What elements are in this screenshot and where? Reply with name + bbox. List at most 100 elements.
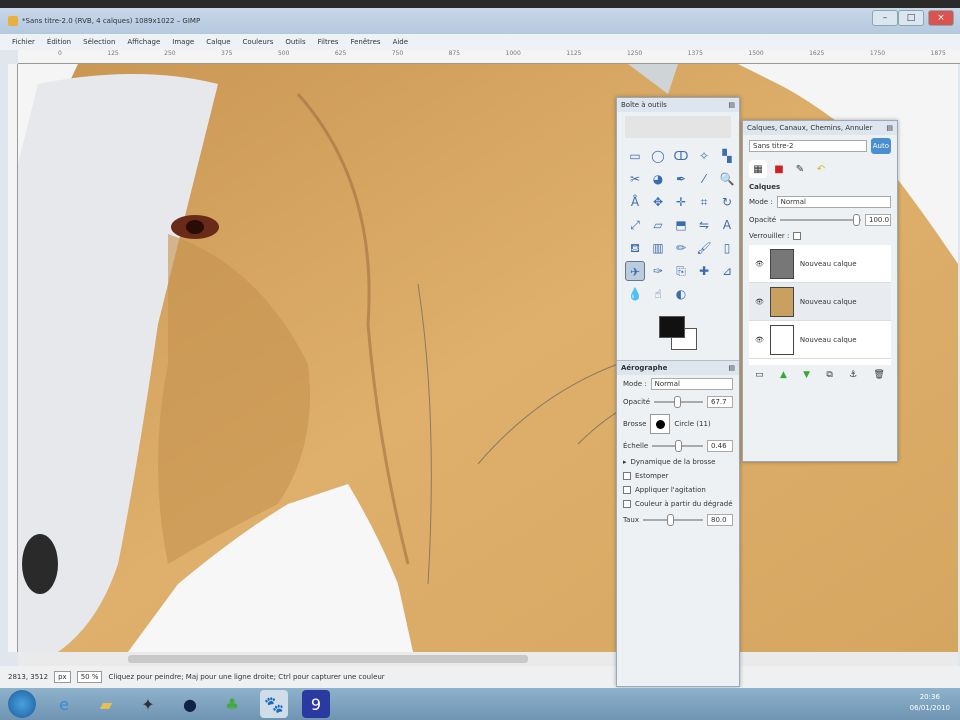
expander-icon[interactable]: ▸ xyxy=(623,458,627,466)
menu-9[interactable]: Fenêtres xyxy=(350,38,380,46)
gradient-color-checkbox[interactable] xyxy=(623,500,631,508)
layer-mode-select[interactable]: Normal xyxy=(776,196,891,208)
align-tool-icon[interactable]: ✛ xyxy=(671,192,691,212)
tab-layers[interactable]: ▦ xyxy=(749,160,767,178)
opacity-slider[interactable] xyxy=(654,396,703,408)
raise-layer-icon[interactable]: ▲ xyxy=(780,370,787,380)
gimp-taskbar-icon[interactable]: 🐾 xyxy=(260,690,288,718)
scale-slider[interactable] xyxy=(652,440,703,452)
fuzzy-select-tool-icon[interactable]: ✧ xyxy=(694,146,714,166)
new-layer-icon[interactable]: ▭ xyxy=(755,370,764,380)
brush-dynamics-expander[interactable]: Dynamique de la brosse xyxy=(631,458,716,466)
panel-menu-icon[interactable]: ▤ xyxy=(728,361,735,375)
scissors-tool-icon[interactable]: ✂ xyxy=(625,169,645,189)
pencil-tool-icon[interactable]: ✏ xyxy=(671,238,691,258)
visibility-eye-icon[interactable]: 👁 xyxy=(755,336,764,344)
brush-preview[interactable] xyxy=(650,414,671,434)
smudge-tool-icon[interactable]: ☝ xyxy=(648,284,668,304)
visibility-eye-icon[interactable]: 👁 xyxy=(755,298,764,306)
rate-slider[interactable] xyxy=(643,514,703,526)
flip-tool-icon[interactable]: ⇋ xyxy=(694,215,714,235)
layer-opacity-value[interactable]: 100.0 xyxy=(865,214,891,226)
close-button[interactable]: × xyxy=(928,10,954,26)
maximize-button[interactable]: □ xyxy=(898,10,924,26)
color-picker-tool-icon[interactable]: ⁄ xyxy=(694,169,714,189)
menu-3[interactable]: Affichage xyxy=(127,38,160,46)
internet-explorer-icon[interactable]: e xyxy=(50,690,78,718)
menu-0[interactable]: Fichier xyxy=(12,38,35,46)
visibility-eye-icon[interactable]: 👁 xyxy=(755,260,764,268)
tab-channels[interactable]: ■ xyxy=(770,160,788,178)
scale-value[interactable]: 0.46 xyxy=(707,440,733,452)
foreground-select-tool-icon[interactable]: ◕ xyxy=(648,169,668,189)
zoom-tool-icon[interactable]: 🔍 xyxy=(717,169,737,189)
zoom-select[interactable]: 50 % xyxy=(76,671,103,683)
mode-select[interactable]: Normal xyxy=(650,378,733,390)
rate-value[interactable]: 80.0 xyxy=(707,514,733,526)
free-select-tool-icon[interactable]: ↀ xyxy=(671,146,691,166)
app-icon[interactable]: 9 xyxy=(302,690,330,718)
paintbrush-tool-icon[interactable]: 🖌 xyxy=(694,238,714,258)
menu-8[interactable]: Filtres xyxy=(318,38,339,46)
media-player-icon[interactable]: ● xyxy=(176,690,204,718)
duplicate-layer-icon[interactable]: ⧉ xyxy=(826,370,832,380)
shear-tool-icon[interactable]: ▱ xyxy=(648,215,668,235)
opacity-value[interactable]: 67.7 xyxy=(707,396,733,408)
menu-5[interactable]: Calque xyxy=(206,38,230,46)
start-button[interactable] xyxy=(8,690,36,718)
text-tool-icon[interactable]: A xyxy=(717,215,737,235)
menu-1[interactable]: Édition xyxy=(47,38,71,46)
perspective-clone-tool-icon[interactable]: ⊿ xyxy=(717,261,737,281)
lock-pixels-checkbox[interactable] xyxy=(793,232,802,240)
color-select-tool-icon[interactable]: ▚ xyxy=(717,146,737,166)
horizontal-scrollbar[interactable] xyxy=(18,652,958,666)
foreground-color-swatch[interactable] xyxy=(659,316,685,338)
ruler-tick-label: 1375 xyxy=(687,50,703,57)
airbrush-tool-icon[interactable]: ✈ xyxy=(625,261,645,281)
layer-row[interactable]: 👁 Nouveau calque xyxy=(749,245,891,283)
bucket-fill-tool-icon[interactable]: ⛾ xyxy=(625,238,645,258)
menu-10[interactable]: Aide xyxy=(393,38,408,46)
layer-row[interactable]: 👁 Nouveau calque xyxy=(749,283,891,321)
minimize-button[interactable]: – xyxy=(872,10,898,26)
rect-select-tool-icon[interactable]: ▭ xyxy=(625,146,645,166)
menu-7[interactable]: Outils xyxy=(285,38,305,46)
crop-tool-icon[interactable]: ⌗ xyxy=(694,192,714,212)
blend-tool-icon[interactable]: ▥ xyxy=(648,238,668,258)
panel-menu-icon[interactable]: ▤ xyxy=(886,121,893,135)
fade-checkbox[interactable] xyxy=(623,472,631,480)
system-tray-clock[interactable]: 20:36 06/01/2010 xyxy=(910,692,950,714)
ellipse-select-tool-icon[interactable]: ◯ xyxy=(648,146,668,166)
blur-tool-icon[interactable]: 💧 xyxy=(625,284,645,304)
menu-4[interactable]: Image xyxy=(172,38,194,46)
anchor-layer-icon[interactable]: ⚓ xyxy=(849,370,857,380)
scrollbar-thumb[interactable] xyxy=(128,655,528,663)
move-tool-icon[interactable]: ✥ xyxy=(648,192,668,212)
measure-tool-icon[interactable]: Å xyxy=(625,192,645,212)
menu-2[interactable]: Sélection xyxy=(83,38,115,46)
delete-layer-icon[interactable]: 🗑 xyxy=(873,370,884,380)
clone-tool-icon[interactable]: ⎘ xyxy=(671,261,691,281)
tab-undo[interactable]: ↶ xyxy=(812,160,830,178)
tab-paths[interactable]: ✎ xyxy=(791,160,809,178)
dodge-burn-tool-icon[interactable]: ◐ xyxy=(671,284,691,304)
menu-6[interactable]: Couleurs xyxy=(243,38,274,46)
heal-tool-icon[interactable]: ✚ xyxy=(694,261,714,281)
paths-tool-icon[interactable]: ✒ xyxy=(671,169,691,189)
eraser-tool-icon[interactable]: ▯ xyxy=(717,238,737,258)
lower-layer-icon[interactable]: ▼ xyxy=(803,370,810,380)
rotate-tool-icon[interactable]: ↻ xyxy=(717,192,737,212)
ink-tool-icon[interactable]: ✑ xyxy=(648,261,668,281)
perspective-tool-icon[interactable]: ⬒ xyxy=(671,215,691,235)
scale-tool-icon[interactable]: ⤢ xyxy=(625,215,645,235)
auto-button[interactable]: Auto xyxy=(870,138,891,154)
unit-select[interactable]: px xyxy=(54,671,71,683)
folder-icon[interactable]: ▰ xyxy=(92,690,120,718)
app-icon[interactable]: ♣ xyxy=(218,690,246,718)
image-select[interactable]: Sans titre-2 xyxy=(749,140,867,152)
jitter-checkbox[interactable] xyxy=(623,486,631,494)
layer-row[interactable]: 👁 Nouveau calque xyxy=(749,321,891,359)
layer-opacity-slider[interactable] xyxy=(780,214,861,226)
app-icon[interactable]: ✦ xyxy=(134,690,162,718)
panel-menu-icon[interactable]: ▤ xyxy=(728,98,735,112)
